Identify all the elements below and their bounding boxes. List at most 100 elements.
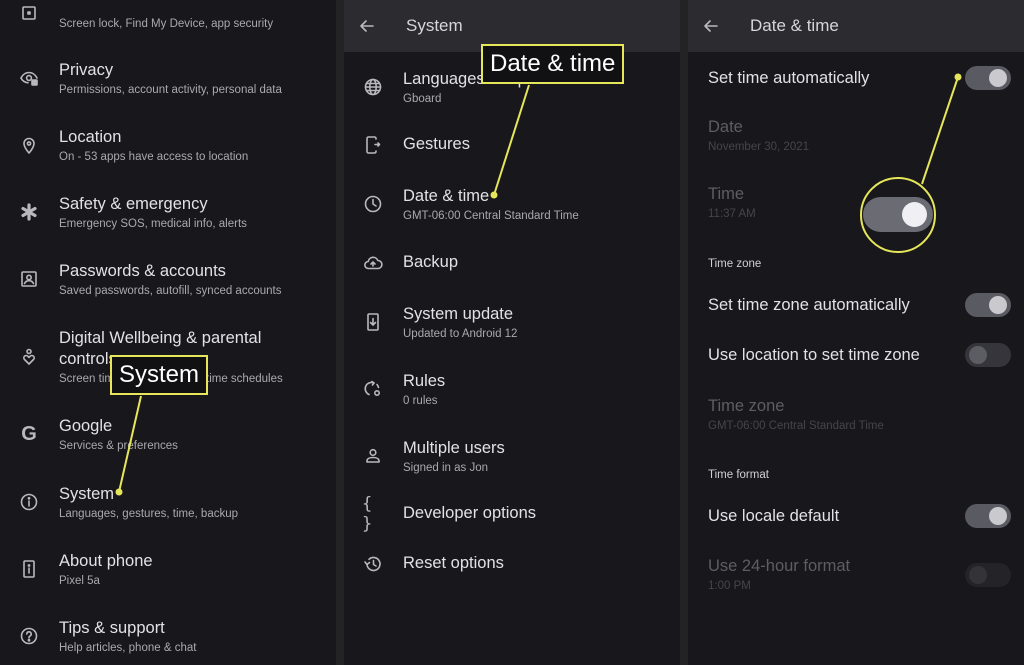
settings-item-subtitle: On - 53 apps have access to location	[59, 151, 249, 163]
settings-item-subtitle: Services & preferences	[59, 440, 178, 452]
settings-item-title: Privacy	[59, 61, 114, 79]
section-header-time-zone: Time zone	[708, 258, 762, 270]
setting-label: Use 24-hour format	[708, 557, 851, 575]
settings-item-system[interactable]: System Languages, gestures, time, backup	[0, 482, 336, 532]
system-item-date-time[interactable]: Date & time GMT-06:00 Central Standard T…	[344, 184, 680, 234]
settings-item-subtitle: Emergency SOS, medical info, alerts	[59, 218, 247, 230]
setting-value: November 30, 2021	[708, 141, 810, 153]
info-icon	[18, 491, 40, 513]
setting-value: GMT-06:00 Central Standard Time	[708, 420, 884, 432]
system-panel: System Languages & input Gboard Gestures…	[344, 0, 680, 665]
settings-item-passwords[interactable]: Passwords & accounts Saved passwords, au…	[0, 259, 336, 309]
use-location-time-zone-toggle[interactable]	[965, 343, 1011, 367]
settings-item-location[interactable]: Location On - 53 apps have access to loc…	[0, 125, 336, 175]
setting-label: Use locale default	[708, 507, 840, 525]
system-item-gestures[interactable]: Gestures	[344, 134, 680, 174]
system-item-reset-options[interactable]: Reset options	[344, 553, 680, 593]
system-item-developer-options[interactable]: { } Developer options	[344, 494, 680, 543]
settings-item-privacy[interactable]: Privacy Permissions, account activity, p…	[0, 58, 336, 108]
date-row: Date November 30, 2021	[688, 117, 1024, 157]
phone-info-icon	[18, 558, 40, 580]
system-item-subtitle: GMT-06:00 Central Standard Time	[403, 210, 579, 222]
toggle-knob	[989, 69, 1007, 87]
toggle-knob	[969, 346, 987, 364]
history-icon	[362, 553, 384, 575]
system-item-multiple-users[interactable]: Multiple users Signed in as Jon	[344, 436, 680, 486]
set-time-zone-automatically-toggle[interactable]	[965, 293, 1011, 317]
setting-label: Time zone	[708, 397, 785, 415]
setting-label: Set time automatically	[708, 69, 870, 87]
globe-icon	[362, 76, 384, 98]
set-time-zone-automatically-row[interactable]: Set time zone automatically	[688, 293, 1024, 317]
system-update-icon	[362, 311, 384, 333]
toggle-knob	[989, 507, 1007, 525]
arrow-back-icon	[360, 20, 374, 32]
clock-icon	[362, 193, 384, 215]
back-button[interactable]	[688, 0, 734, 52]
settings-item-about-phone[interactable]: About phone Pixel 5a	[0, 549, 336, 599]
use-locale-default-row[interactable]: Use locale default	[688, 504, 1024, 528]
back-button[interactable]	[344, 0, 390, 52]
help-icon	[18, 625, 40, 647]
settings-item-title: Google	[59, 417, 113, 435]
section-header-time-format: Time format	[708, 469, 769, 481]
rules-icon	[362, 378, 384, 400]
use-location-time-zone-row[interactable]: Use location to set time zone	[688, 343, 1024, 367]
setting-value: 1:00 PM	[708, 580, 751, 592]
settings-item-title: System	[59, 485, 115, 503]
settings-item-safety[interactable]: Safety & emergency Emergency SOS, medica…	[0, 192, 336, 242]
system-item-title: System update	[403, 305, 514, 323]
time-zone-row: Time zone GMT-06:00 Central Standard Tim…	[688, 396, 1024, 436]
person-icon	[362, 445, 384, 467]
use-24-hour-format-toggle	[965, 563, 1011, 587]
settings-item-security[interactable]: Screen lock, Find My Device, app securit…	[0, 0, 336, 40]
settings-item-subtitle: Pixel 5a	[59, 575, 100, 587]
system-item-title: Backup	[403, 253, 459, 271]
cloud-upload-icon	[362, 252, 384, 274]
system-item-system-update[interactable]: System update Updated to Android 12	[344, 302, 680, 352]
date-time-panel: Date & time Set time automatically Date …	[688, 0, 1024, 665]
asterisk-icon	[18, 201, 40, 223]
settings-item-google[interactable]: G Google Services & preferences	[0, 414, 336, 464]
set-time-automatically-toggle[interactable]	[965, 66, 1011, 90]
use-24-hour-format-row: Use 24-hour format 1:00 PM	[688, 556, 1024, 596]
settings-item-title: About phone	[59, 552, 153, 570]
system-item-backup[interactable]: Backup	[344, 252, 680, 292]
settings-item-title: Tips & support	[59, 619, 165, 637]
settings-panel: Screen lock, Find My Device, app securit…	[0, 0, 336, 665]
system-item-subtitle: Gboard	[403, 93, 442, 105]
callout-label-system: System	[110, 355, 209, 395]
setting-label: Time	[708, 185, 745, 203]
app-bar: Date & time	[688, 0, 1024, 52]
setting-label: Use location to set time zone	[708, 346, 920, 364]
system-item-rules[interactable]: Rules 0 rules	[344, 369, 680, 419]
settings-item-title: Safety & emergency	[59, 195, 208, 213]
magnified-toggle	[863, 197, 933, 232]
settings-item-subtitle: Screen lock, Find My Device, app securit…	[59, 18, 274, 30]
account-box-icon	[18, 268, 40, 290]
wellbeing-icon	[18, 346, 40, 368]
gestures-icon	[362, 134, 384, 156]
settings-item-subtitle: Languages, gestures, time, backup	[59, 508, 239, 520]
system-item-title: Rules	[403, 372, 446, 390]
toggle-knob	[989, 296, 1007, 314]
google-icon: G	[21, 422, 37, 445]
location-icon	[18, 134, 40, 156]
callout-label-date-time: Date & time	[481, 44, 625, 84]
settings-item-tips-support[interactable]: Tips & support Help articles, phone & ch…	[0, 616, 336, 665]
toggle-knob	[969, 566, 987, 584]
settings-item-title: Passwords & accounts	[59, 262, 226, 280]
use-locale-default-toggle[interactable]	[965, 504, 1011, 528]
set-time-automatically-row[interactable]: Set time automatically	[688, 66, 1024, 90]
setting-value: 11:37 AM	[708, 208, 756, 220]
settings-item-title: Location	[59, 128, 122, 146]
system-item-title: Developer options	[403, 504, 536, 522]
arrow-back-icon	[704, 20, 718, 32]
system-item-title: Date & time	[403, 187, 490, 205]
system-item-subtitle: Updated to Android 12	[403, 328, 518, 340]
system-item-title: Gestures	[403, 135, 470, 153]
time-row: Time 11:37 AM	[688, 184, 1024, 224]
braces-icon: { }	[362, 494, 375, 534]
settings-item-title: Digital Wellbeing & parental	[59, 329, 262, 347]
page-title: System	[406, 16, 463, 35]
